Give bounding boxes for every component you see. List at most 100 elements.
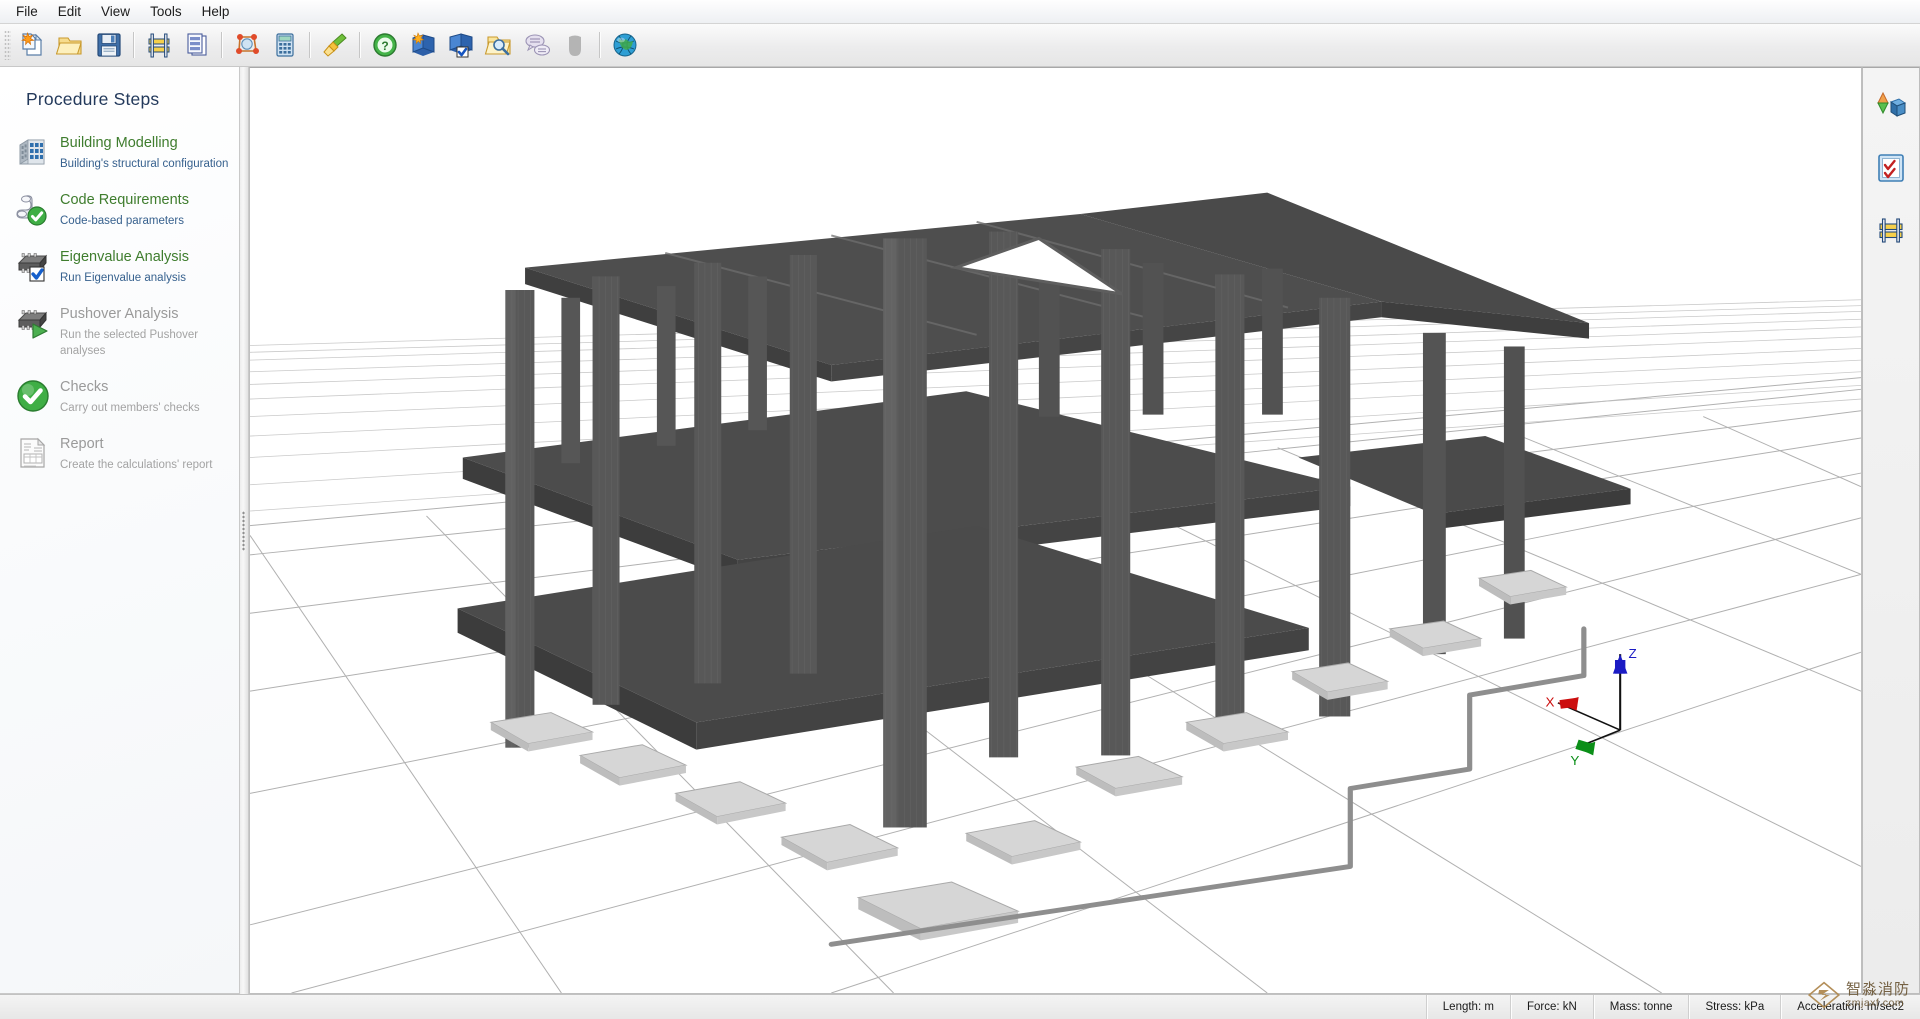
calculator-icon bbox=[270, 30, 300, 60]
status-acceleration: Acceleration: m/sec2 bbox=[1780, 995, 1920, 1019]
step-title: Checks bbox=[60, 378, 200, 396]
step-title: Report bbox=[60, 435, 212, 453]
step-subtitle: Create the calculations' report bbox=[60, 457, 212, 473]
z-axis-label: Z bbox=[1628, 646, 1636, 661]
folder-search-icon bbox=[484, 30, 514, 60]
panel-title: Procedure Steps bbox=[0, 67, 239, 110]
step-building-modelling[interactable]: Building Modelling Building's structural… bbox=[0, 124, 239, 181]
building-model bbox=[458, 193, 1631, 945]
frame-grid-button[interactable] bbox=[140, 26, 178, 64]
frame-grid-icon bbox=[144, 30, 174, 60]
step-subtitle: Code-based parameters bbox=[60, 213, 189, 229]
svg-text:?: ? bbox=[381, 39, 388, 53]
menu-file[interactable]: File bbox=[6, 2, 48, 22]
toolbar-separator bbox=[599, 32, 601, 58]
step-text: Pushover Analysis Run the selected Pusho… bbox=[60, 304, 231, 359]
toolbar-drag-grip[interactable] bbox=[4, 30, 11, 60]
steps-list: Building Modelling Building's structural… bbox=[0, 124, 239, 482]
step-code-requirements[interactable]: Code Requirements Code-based parameters bbox=[0, 181, 239, 238]
step-subtitle: Run Eigenvalue analysis bbox=[60, 270, 189, 286]
toolbar-separator bbox=[221, 32, 223, 58]
step-subtitle: Run the selected Pushover analyses bbox=[60, 327, 231, 359]
mask-icon bbox=[560, 30, 590, 60]
open-folder-button[interactable] bbox=[52, 26, 90, 64]
new-file-icon bbox=[18, 30, 48, 60]
code-check-button[interactable] bbox=[442, 26, 480, 64]
checklist-icon bbox=[1874, 151, 1908, 185]
copy-pages-icon bbox=[182, 30, 212, 60]
x-axis-label: X bbox=[1545, 695, 1554, 710]
paint-brush-icon bbox=[320, 30, 350, 60]
3d-view-button[interactable] bbox=[1871, 86, 1911, 126]
3d-scene[interactable]: Z X Y bbox=[250, 68, 1861, 993]
globe-icon bbox=[610, 30, 640, 60]
green-check-circle-icon bbox=[14, 377, 52, 415]
step-text: Code Requirements Code-based parameters bbox=[60, 190, 189, 229]
book-star-icon bbox=[408, 30, 438, 60]
axes-cube-icon bbox=[1874, 89, 1908, 123]
molecule-node-icon bbox=[232, 30, 262, 60]
menu-bar: File Edit View Tools Help bbox=[0, 0, 1920, 24]
document-report-icon bbox=[14, 434, 52, 472]
library-button[interactable] bbox=[404, 26, 442, 64]
status-bar: Length: m Force: kN Mass: tonne Stress: … bbox=[0, 994, 1920, 1019]
step-checks[interactable]: Checks Carry out members' checks bbox=[0, 368, 239, 425]
menu-edit[interactable]: Edit bbox=[48, 2, 91, 22]
checklist-button[interactable] bbox=[1871, 148, 1911, 188]
calculator-button[interactable] bbox=[266, 26, 304, 64]
y-axis-label: Y bbox=[1570, 754, 1579, 769]
status-mass: Mass: tonne bbox=[1593, 995, 1689, 1019]
toolbar-separator bbox=[309, 32, 311, 58]
chat-bubbles-icon bbox=[522, 30, 552, 60]
sidebar-splitter[interactable] bbox=[240, 67, 249, 994]
application-window: File Edit View Tools Help bbox=[0, 0, 1920, 1019]
browse-button[interactable] bbox=[480, 26, 518, 64]
status-stress: Stress: kPa bbox=[1688, 995, 1780, 1019]
book-check-icon bbox=[446, 30, 476, 60]
view-toolbar bbox=[1862, 67, 1920, 994]
step-title: Pushover Analysis bbox=[60, 305, 231, 323]
status-length: Length: m bbox=[1426, 995, 1510, 1019]
step-title: Building Modelling bbox=[60, 134, 228, 152]
mask-button[interactable] bbox=[556, 26, 594, 64]
new-file-button[interactable] bbox=[14, 26, 52, 64]
status-force: Force: kN bbox=[1510, 995, 1593, 1019]
toolbar-separator bbox=[133, 32, 135, 58]
help-button[interactable]: ? bbox=[366, 26, 404, 64]
main-body: Procedure Steps bbox=[0, 67, 1920, 994]
toolbar-separator bbox=[359, 32, 361, 58]
help-question-icon: ? bbox=[370, 30, 400, 60]
step-text: Checks Carry out members' checks bbox=[60, 377, 200, 416]
frame-grid-view-button[interactable] bbox=[1871, 210, 1911, 250]
copy-pages-button[interactable] bbox=[178, 26, 216, 64]
web-button[interactable] bbox=[606, 26, 644, 64]
main-toolbar: ? bbox=[0, 24, 1920, 67]
splitter-grip[interactable] bbox=[242, 511, 245, 551]
model-viewport[interactable]: Z X Y bbox=[249, 67, 1862, 994]
menu-tools[interactable]: Tools bbox=[140, 2, 192, 22]
menu-view[interactable]: View bbox=[91, 2, 140, 22]
step-report[interactable]: Report Create the calculations' report bbox=[0, 425, 239, 482]
step-title: Code Requirements bbox=[60, 191, 189, 209]
step-subtitle: Building's structural configuration bbox=[60, 156, 228, 172]
save-floppy-icon bbox=[94, 30, 124, 60]
step-text: Report Create the calculations' report bbox=[60, 434, 212, 473]
viewport-canvas[interactable]: Z X Y bbox=[250, 68, 1861, 993]
status-spacer bbox=[0, 995, 1426, 1019]
step-text: Eigenvalue Analysis Run Eigenvalue analy… bbox=[60, 247, 189, 286]
step-eigenvalue-analysis[interactable]: Eigenvalue Analysis Run Eigenvalue analy… bbox=[0, 238, 239, 295]
analysis-check-icon bbox=[14, 247, 52, 285]
step-pushover-analysis[interactable]: Pushover Analysis Run the selected Pusho… bbox=[0, 295, 239, 368]
axis-triad: Z X Y bbox=[1545, 646, 1636, 768]
procedure-steps-panel: Procedure Steps bbox=[0, 67, 240, 994]
save-button[interactable] bbox=[90, 26, 128, 64]
open-folder-icon bbox=[56, 30, 86, 60]
step-title: Eigenvalue Analysis bbox=[60, 248, 189, 266]
model-nodes-button[interactable] bbox=[228, 26, 266, 64]
building-icon bbox=[14, 133, 52, 171]
menu-help[interactable]: Help bbox=[192, 2, 240, 22]
appearance-button[interactable] bbox=[316, 26, 354, 64]
comments-button[interactable] bbox=[518, 26, 556, 64]
scroll-check-icon bbox=[14, 190, 52, 228]
analysis-play-icon bbox=[14, 304, 52, 342]
